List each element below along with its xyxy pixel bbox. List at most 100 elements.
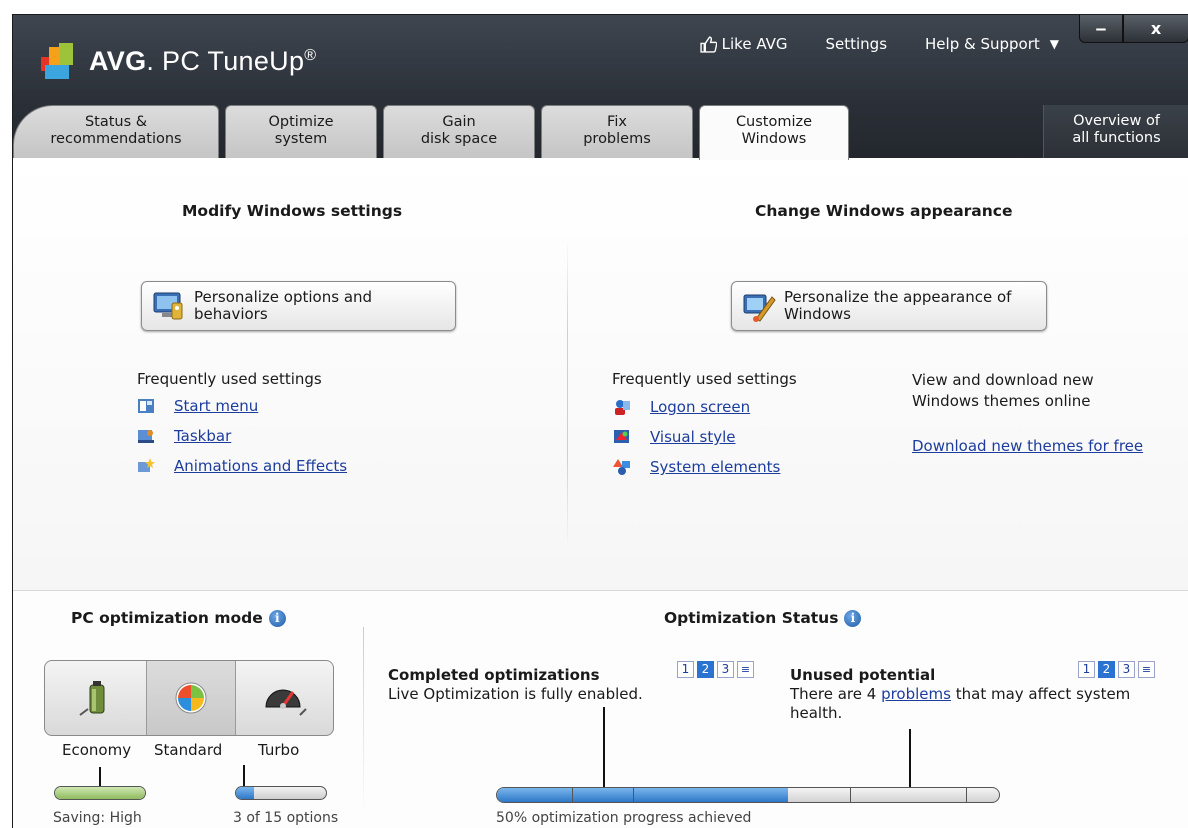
like-avg-label: Like AVG bbox=[721, 35, 788, 53]
completed-pager: 1 2 3 ≡ bbox=[677, 661, 754, 678]
tab-gain-disk-space[interactable]: Gain disk space bbox=[383, 105, 535, 158]
unused-pager: 1 2 3 ≡ bbox=[1078, 661, 1155, 678]
problems-link[interactable]: problems bbox=[881, 685, 951, 703]
unused-page-2[interactable]: 2 bbox=[1098, 661, 1115, 678]
status-divider bbox=[363, 627, 364, 817]
completed-list-icon[interactable]: ≡ bbox=[737, 661, 754, 678]
unused-stem bbox=[909, 729, 911, 789]
mode-standard[interactable] bbox=[146, 661, 236, 735]
personalize-options-label-2: behaviors bbox=[194, 305, 268, 323]
system-elements-link[interactable]: System elements bbox=[650, 458, 780, 476]
tab-optimize-system[interactable]: Optimize system bbox=[225, 105, 377, 158]
help-support-menu[interactable]: Help & Support ▼ bbox=[925, 35, 1059, 53]
optimization-progress-fill bbox=[497, 788, 789, 802]
personalize-appearance-label-2: Windows bbox=[784, 305, 851, 323]
unused-list-icon[interactable]: ≡ bbox=[1138, 661, 1155, 678]
avg-logo-icon bbox=[41, 43, 83, 79]
unused-page-1[interactable]: 1 bbox=[1078, 661, 1095, 678]
logon-screen-icon bbox=[615, 400, 630, 415]
tab-overview-all-functions[interactable]: Overview of all functions bbox=[1043, 105, 1188, 158]
saving-level-bar bbox=[54, 786, 146, 800]
completed-stem bbox=[603, 707, 605, 789]
main-tabs: Status & recommendations Optimize system G… bbox=[13, 105, 1188, 160]
settings-label: Settings bbox=[825, 35, 888, 53]
optimization-mode-title: PC optimization mode i bbox=[71, 609, 286, 627]
visual-style-item: Visual style bbox=[613, 428, 736, 446]
tab-fix-problems[interactable]: Fix problems bbox=[541, 105, 693, 158]
personalize-appearance-label-1: Personalize the appearance of bbox=[784, 288, 1012, 306]
economy-label: Economy bbox=[62, 741, 132, 759]
unused-text-line2: health. bbox=[790, 704, 843, 722]
saving-level-fill bbox=[55, 787, 145, 799]
taskbar-link[interactable]: Taskbar bbox=[174, 427, 231, 445]
chevron-down-icon: ▼ bbox=[1049, 37, 1059, 51]
unused-page-3[interactable]: 3 bbox=[1118, 661, 1135, 678]
completed-optimizations: Completed optimizations Live Optimizatio… bbox=[388, 666, 643, 704]
close-button[interactable]: x bbox=[1123, 15, 1188, 43]
turbo-indicator-stem bbox=[243, 765, 245, 787]
taskbar-item: Taskbar bbox=[137, 427, 231, 445]
tab-status-recommendations[interactable]: Status & recommendations bbox=[13, 105, 219, 158]
customize-windows-panel: Modify Windows settings Personalize opti… bbox=[13, 158, 1188, 590]
logon-screen-item: Logon screen bbox=[613, 398, 750, 416]
visual-style-icon bbox=[614, 430, 629, 443]
battery-icon bbox=[78, 681, 104, 716]
turbo-options-bar bbox=[235, 786, 327, 800]
personalize-options-button[interactable]: Personalize options and behaviors bbox=[141, 281, 456, 331]
appearance-frequent-label: Frequently used settings bbox=[612, 370, 797, 388]
info-icon[interactable]: i bbox=[844, 610, 862, 627]
animations-effects-link[interactable]: Animations and Effects bbox=[174, 457, 347, 475]
computer-settings-icon bbox=[153, 292, 183, 320]
download-themes-link[interactable]: Download new themes for free bbox=[912, 437, 1143, 455]
logon-screen-link[interactable]: Logon screen bbox=[650, 398, 750, 416]
settings-link[interactable]: Settings bbox=[826, 35, 888, 53]
change-appearance-title: Change Windows appearance bbox=[755, 202, 1013, 220]
system-elements-icon bbox=[613, 459, 630, 475]
personalize-appearance-button[interactable]: Personalize the appearance of Windows bbox=[731, 281, 1047, 331]
mode-turbo[interactable] bbox=[234, 661, 333, 735]
speedometer-icon bbox=[264, 689, 307, 716]
completed-page-3[interactable]: 3 bbox=[717, 661, 734, 678]
status-panel: PC optimization mode i Economy Standard … bbox=[13, 590, 1188, 828]
section-divider bbox=[567, 238, 568, 548]
app-logo: AVG. PC TuneUp® bbox=[41, 41, 316, 81]
help-support-label: Help & Support bbox=[925, 35, 1040, 53]
appearance-brush-icon bbox=[743, 294, 776, 322]
completed-page-2[interactable]: 2 bbox=[697, 661, 714, 678]
modify-frequent-label: Frequently used settings bbox=[137, 370, 322, 388]
like-avg-link[interactable]: Like AVG bbox=[700, 35, 788, 53]
optimization-progress-bar bbox=[496, 787, 1000, 803]
animations-effects-item: Animations and Effects bbox=[137, 457, 347, 475]
system-elements-item: System elements bbox=[613, 458, 780, 476]
turbo-label: Turbo bbox=[258, 741, 300, 759]
start-menu-icon bbox=[138, 399, 154, 413]
info-icon[interactable]: i bbox=[268, 610, 286, 627]
progress-tick bbox=[633, 788, 634, 802]
personalize-options-label-1: Personalize options and bbox=[194, 288, 373, 306]
minimize-button[interactable]: ‒ bbox=[1079, 15, 1123, 43]
saving-indicator-stem bbox=[99, 767, 101, 787]
turbo-options-fill bbox=[236, 787, 254, 799]
completed-text: Live Optimization is fully enabled. bbox=[388, 685, 643, 703]
progress-tick bbox=[850, 788, 851, 802]
start-menu-link[interactable]: Start menu bbox=[174, 397, 258, 415]
mode-economy[interactable] bbox=[45, 661, 146, 735]
tab-customize-windows[interactable]: Customize Windows bbox=[699, 105, 849, 160]
modify-settings-title: Modify Windows settings bbox=[182, 202, 403, 220]
app-window: AVG. PC TuneUp® Like AVG Settings Help &… bbox=[12, 14, 1188, 828]
taskbar-icon bbox=[138, 430, 154, 443]
visual-style-link[interactable]: Visual style bbox=[650, 428, 736, 446]
optimization-mode-selector bbox=[44, 660, 334, 736]
themes-description: View and download new Windows themes onl… bbox=[912, 371, 1094, 410]
turbo-options-label: 3 of 15 options bbox=[233, 810, 339, 826]
app-title: AVG. PC TuneUp® bbox=[89, 45, 317, 76]
title-bar: AVG. PC TuneUp® Like AVG Settings Help &… bbox=[13, 15, 1188, 160]
animations-effects-icon bbox=[138, 458, 155, 472]
window-controls: ‒ x bbox=[1079, 15, 1188, 43]
completed-page-1[interactable]: 1 bbox=[677, 661, 694, 678]
progress-tick bbox=[572, 788, 573, 802]
thumbs-up-icon bbox=[700, 35, 717, 53]
standard-label: Standard bbox=[154, 741, 223, 759]
windows-logo-icon bbox=[175, 682, 207, 714]
start-menu-item: Start menu bbox=[137, 397, 258, 415]
